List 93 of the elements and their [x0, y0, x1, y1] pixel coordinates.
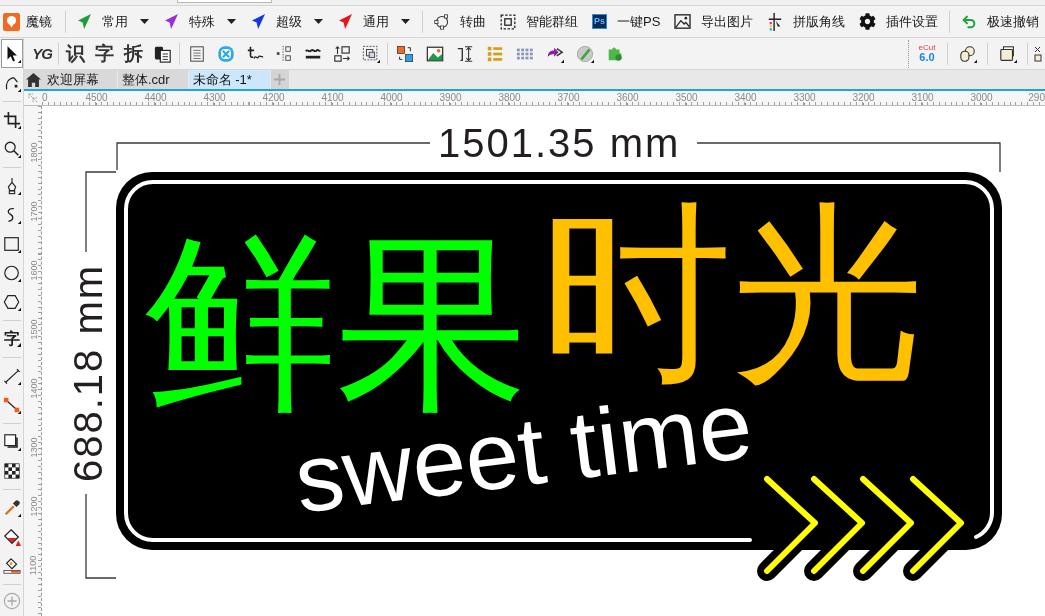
- preset-dropdown-button[interactable]: 常用: [71, 8, 156, 35]
- input-field[interactable]: [177, 0, 272, 3]
- paint-bucket-icon[interactable]: [2, 527, 21, 546]
- ruler-label: 1200: [29, 496, 39, 517]
- plugin-button[interactable]: 智能群组: [494, 8, 584, 35]
- caret-icon[interactable]: [314, 19, 323, 24]
- plus-icon: [274, 74, 286, 85]
- balloon-logo-icon: [3, 12, 20, 31]
- crop-marks-icon[interactable]: [767, 12, 784, 31]
- color-squares-icon[interactable]: [396, 44, 414, 63]
- caret-icon[interactable]: [401, 19, 410, 24]
- window-stack-icon[interactable]: [998, 44, 1017, 63]
- ruler-label: 1700: [29, 201, 39, 222]
- smart-fill-icon[interactable]: [2, 556, 21, 575]
- settings-icon[interactable]: [859, 13, 877, 30]
- curve-nodes-icon[interactable]: [434, 13, 450, 30]
- form-list-icon[interactable]: [187, 44, 206, 63]
- ruler-label: 4200: [262, 93, 285, 103]
- ruler-label: 3100: [911, 93, 934, 103]
- document-tab[interactable]: 欢迎屏幕: [24, 70, 118, 89]
- align-distribute-icon[interactable]: [274, 44, 293, 63]
- undo-icon[interactable]: [961, 13, 978, 30]
- ruler-label: 4100: [321, 93, 344, 103]
- rectangle-icon[interactable]: [2, 234, 21, 253]
- ps-logo: Ps: [592, 14, 607, 29]
- ruler-label: 4000: [380, 93, 403, 103]
- caret-icon[interactable]: [227, 19, 236, 24]
- plugin-button[interactable]: 拼版角线: [761, 8, 852, 35]
- ruler-label: 290: [1028, 93, 1045, 105]
- document-tab[interactable]: 未命名 -1*: [188, 70, 271, 89]
- preset-dropdown-button[interactable]: 超级: [245, 8, 330, 35]
- image-icon[interactable]: [674, 14, 692, 29]
- overlapping-shapes-icon[interactable]: [958, 44, 977, 63]
- ruler-label: 0: [42, 93, 48, 105]
- tool-button[interactable]: [0, 39, 23, 68]
- text-tool-button[interactable]: 识: [61, 40, 90, 67]
- neon-lettering: 鲜果: [144, 228, 528, 420]
- ruler-label: 3400: [734, 93, 757, 103]
- dashed-select-icon[interactable]: [500, 13, 516, 30]
- text-tool-button[interactable]: 字: [90, 40, 119, 67]
- app-menu-button[interactable]: 魔镜: [1, 8, 60, 35]
- ruler-label: 3800: [498, 93, 521, 103]
- ruler-label: 3900: [439, 93, 462, 103]
- dotted-select-icon[interactable]: [361, 44, 380, 63]
- ruler-label: 1800: [29, 142, 39, 163]
- ruler-label: 1100: [29, 555, 39, 576]
- pen-circle-icon[interactable]: [576, 44, 594, 63]
- preset-dropdown-button[interactable]: 通用: [332, 8, 417, 35]
- home-icon: [26, 72, 41, 87]
- ruler-label: 1500: [29, 319, 39, 340]
- width-dimension-label: 1501.35 mm: [438, 123, 681, 163]
- crop-icon[interactable]: [2, 110, 21, 129]
- ruler-label: 3200: [852, 93, 875, 103]
- line-icon[interactable]: [2, 366, 21, 385]
- magnifier-icon[interactable]: [2, 139, 21, 158]
- plugin-button[interactable]: 插件设置: [853, 8, 945, 35]
- text-tool-button[interactable]: 字: [0, 324, 23, 353]
- ruler-label: 3300: [793, 93, 816, 103]
- text-height-icon[interactable]: [456, 44, 474, 63]
- ruler-label: 3600: [616, 93, 639, 103]
- ruler-label: 1600: [29, 260, 39, 281]
- ruler-label: 3700: [557, 93, 580, 103]
- eyedropper-icon[interactable]: [2, 498, 21, 517]
- flyout-triangle-icon: [16, 343, 21, 347]
- neon-lettering: 时光: [540, 198, 924, 390]
- plugin-button[interactable]: 极速撤销: [955, 8, 1045, 35]
- ellipse-icon[interactable]: [2, 263, 21, 282]
- hexagon-icon[interactable]: [2, 292, 21, 311]
- height-dimension-label: 688.18 mm: [68, 263, 108, 483]
- connector-icon[interactable]: [2, 395, 21, 414]
- caret-icon[interactable]: [140, 19, 149, 24]
- ruler-label: 4500: [85, 93, 108, 103]
- landscape-image-icon[interactable]: [426, 44, 444, 63]
- ruler-label: 1400: [29, 378, 39, 399]
- plugin-button[interactable]: Ps 一键PS: [586, 8, 667, 35]
- ecut-plugin-button[interactable]: eCut 6.0: [918, 44, 936, 63]
- ruler-label: 4300: [203, 93, 226, 103]
- ruler-label: 1300: [29, 437, 39, 458]
- document-stack-icon[interactable]: [153, 44, 172, 63]
- text-tool-button[interactable]: 拆: [119, 40, 148, 67]
- plugin-button[interactable]: 导出图片: [668, 8, 760, 35]
- swap-arrows-icon[interactable]: [332, 44, 351, 63]
- preset-dropdown-button[interactable]: 特殊: [158, 8, 243, 35]
- yg-button[interactable]: YG: [28, 40, 56, 67]
- ruler-label: 4400: [144, 93, 167, 103]
- ruler-label: 3500: [675, 93, 698, 103]
- document-tab[interactable]: 整体.cdr: [118, 70, 189, 89]
- cross-emblem-icon[interactable]: [216, 44, 235, 63]
- corner-tool-icon[interactable]: [1034, 45, 1045, 62]
- drop-shadow-icon[interactable]: [2, 432, 21, 451]
- ruler-label: 3000: [970, 93, 993, 103]
- plugin-button[interactable]: 转曲: [428, 8, 492, 35]
- checkerboard-icon[interactable]: [2, 461, 21, 480]
